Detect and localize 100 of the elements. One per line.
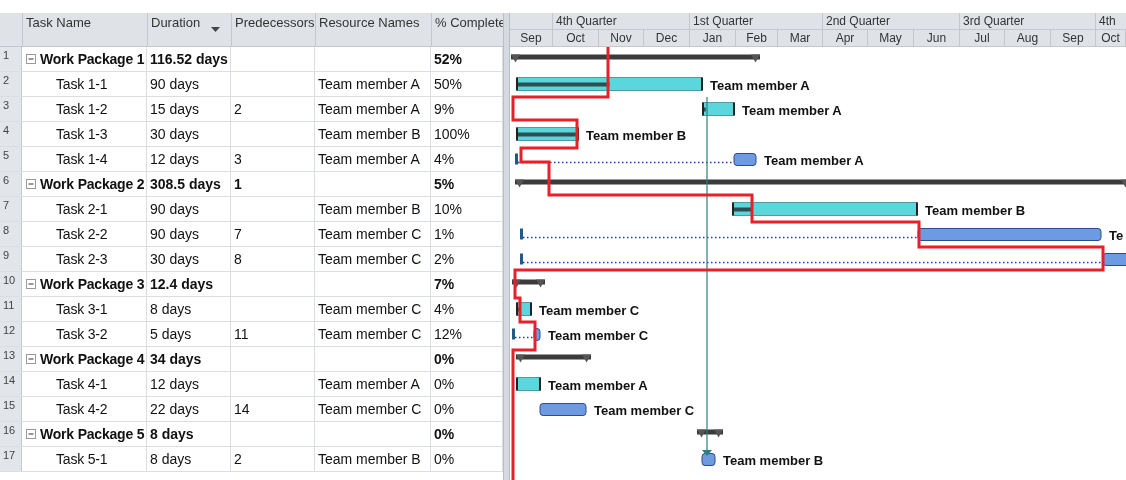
row-number: 12 xyxy=(0,322,22,346)
resource-cell: Team member B xyxy=(315,447,431,471)
row-number: 7 xyxy=(0,197,22,221)
column-header[interactable]: Resource Names xyxy=(316,13,432,46)
resource-cell: Team member A xyxy=(315,372,431,396)
row-number: 17 xyxy=(0,447,22,471)
task-bar[interactable] xyxy=(732,202,918,216)
row-number: 11 xyxy=(0,297,22,321)
resource-label: Team member B xyxy=(586,127,687,143)
row-number: 1 xyxy=(0,47,22,71)
collapse-icon[interactable] xyxy=(26,429,36,439)
task-name: Task 5-1 xyxy=(55,451,108,467)
resource-label: Team member C xyxy=(548,327,649,343)
duration-cell: 30 days xyxy=(147,247,231,271)
resource-cell: Team member A xyxy=(315,147,431,171)
dropdown-arrow-icon[interactable] xyxy=(211,27,220,33)
resource-label: Team member A xyxy=(764,152,864,168)
resource-cell: Team member B xyxy=(315,197,431,221)
collapse-icon[interactable] xyxy=(26,179,36,189)
task-bar[interactable] xyxy=(515,153,757,166)
duration-cell: 5 days xyxy=(147,322,231,346)
task-bar[interactable] xyxy=(520,228,1102,241)
quarter-label: 1st Quarter xyxy=(690,13,823,29)
collapse-icon[interactable] xyxy=(26,54,36,64)
predecessors-cell: 14 xyxy=(231,397,315,421)
summary-bar xyxy=(512,279,545,288)
month-label: Oct xyxy=(1096,30,1126,46)
collapse-icon[interactable] xyxy=(26,354,36,364)
task-name: Work Package 2 xyxy=(40,176,145,192)
task-bar[interactable] xyxy=(516,77,703,91)
task-bar[interactable] xyxy=(520,253,1126,266)
task-bar[interactable] xyxy=(539,403,587,416)
predecessors-cell: 2 xyxy=(231,97,315,121)
column-header[interactable]: Task Name xyxy=(23,13,148,46)
month-label: Aug xyxy=(1005,30,1051,46)
row-number: 2 xyxy=(0,72,22,96)
task-bar[interactable] xyxy=(512,328,541,341)
predecessors-cell: 2 xyxy=(231,447,315,471)
duration-cell: 8 days xyxy=(147,422,231,446)
duration-cell: 90 days xyxy=(147,197,231,221)
row-number: 4 xyxy=(0,122,22,146)
month-label: Jul xyxy=(960,30,1005,46)
quarter-label: 3rd Quarter xyxy=(960,13,1096,29)
duration-cell: 12 days xyxy=(147,147,231,171)
task-name: Task 1-1 xyxy=(55,76,108,92)
predecessors-cell: 3 xyxy=(231,147,315,171)
duration-cell: 34 days xyxy=(147,347,231,371)
row-number: 16 xyxy=(0,422,22,446)
duration-cell: 22 days xyxy=(147,397,231,421)
duration-cell: 116.52 days xyxy=(147,47,231,71)
collapse-icon[interactable] xyxy=(26,279,36,289)
quarter-label: 4th Quarter xyxy=(553,13,690,29)
duration-cell: 8 days xyxy=(147,297,231,321)
duration-cell: 12 days xyxy=(147,372,231,396)
month-label: May xyxy=(868,30,914,46)
month-label: Mar xyxy=(778,30,823,46)
month-label: Sep xyxy=(510,30,553,46)
resource-cell: Team member B xyxy=(315,122,431,146)
resource-label: Team member B xyxy=(723,452,824,468)
month-label: Jan xyxy=(690,30,736,46)
task-bar[interactable] xyxy=(701,453,716,466)
task-bar[interactable] xyxy=(516,377,541,391)
task-name: Task 2-2 xyxy=(55,226,108,242)
month-label: Feb xyxy=(736,30,778,46)
task-name: Task 3-2 xyxy=(55,326,108,342)
predecessors-cell: 8 xyxy=(231,247,315,271)
month-label: Sep xyxy=(1051,30,1096,46)
month-label: Jun xyxy=(914,30,960,46)
resource-label: Team member B xyxy=(925,202,1026,218)
row-number: 8 xyxy=(0,222,22,246)
column-header[interactable]: Duration xyxy=(148,13,232,46)
task-name: Task 1-2 xyxy=(55,101,108,117)
month-label: Apr xyxy=(823,30,868,46)
task-name: Task 4-2 xyxy=(55,401,108,417)
task-name: Task 1-3 xyxy=(55,126,108,142)
resource-cell: Team member A xyxy=(315,97,431,121)
task-name: Task 3-1 xyxy=(55,301,108,317)
column-header[interactable]: Predecessors xyxy=(232,13,316,46)
duration-cell: 308.5 days xyxy=(147,172,231,196)
duration-cell: 12.4 days xyxy=(147,272,231,296)
predecessors-cell: 1 xyxy=(231,172,315,196)
resource-cell: Team member C xyxy=(315,397,431,421)
resource-label: Team member A xyxy=(548,377,648,393)
task-name: Work Package 5 xyxy=(40,426,145,442)
row-number: 9 xyxy=(0,247,22,271)
row-number: 10 xyxy=(0,272,22,296)
resource-label: Team member C xyxy=(539,302,640,318)
month-label: Oct xyxy=(553,30,599,46)
quarter-label: 2nd Quarter xyxy=(823,13,960,29)
resource-cell: Team member C xyxy=(315,247,431,271)
task-name: Work Package 4 xyxy=(40,351,145,367)
resource-label: Team member A xyxy=(742,102,842,118)
task-bar[interactable] xyxy=(516,127,579,141)
resource-cell: Team member C xyxy=(315,297,431,321)
row-number: 14 xyxy=(0,372,22,396)
duration-cell: 90 days xyxy=(147,222,231,246)
task-bar[interactable] xyxy=(702,102,735,116)
row-number: 3 xyxy=(0,97,22,121)
resource-label: Team member C xyxy=(594,402,695,418)
resource-cell: Team member A xyxy=(315,72,431,96)
